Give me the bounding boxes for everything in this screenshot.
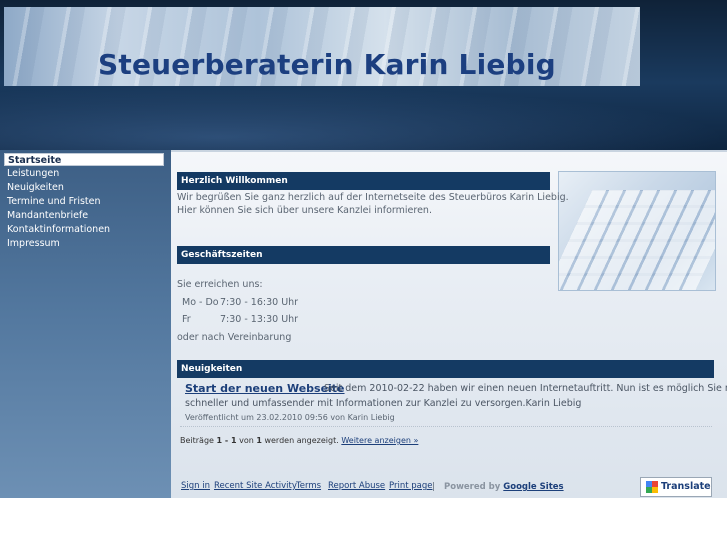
translate-button[interactable]: Translate [640, 477, 712, 497]
news-count-mid: von [239, 436, 254, 445]
footer-terms-link[interactable]: Terms [296, 481, 321, 491]
news-post-text-line1: Seit dem 2010-02-22 haben wir einen neue… [324, 383, 727, 394]
news-count: Beiträge 1 - 1 von 1 werden angezeigt. W… [180, 434, 418, 447]
google-translate-icon [646, 481, 658, 493]
welcome-text-line2: Hier können Sie sich über unsere Kanzlei… [177, 205, 432, 216]
hours-days-1: Mo - Do [182, 297, 219, 308]
news-post-published: Veröffentlicht um 23.02.2010 09:56 von K… [185, 413, 395, 422]
footer-powered-by: Powered by Google Sites [444, 481, 564, 494]
footer-print-page-link[interactable]: Print page [389, 481, 432, 491]
sidebar-item-startseite[interactable]: Startseite [4, 153, 164, 166]
sidebar-item-impressum[interactable]: Impressum [4, 237, 164, 250]
header-glow [0, 86, 727, 150]
hours-days-2: Fr [182, 314, 191, 325]
sidebar-item-leistungen[interactable]: Leistungen [4, 167, 164, 180]
news-post-text-line2: schneller und umfassender mit Informatio… [185, 398, 582, 409]
news-heading: Neuigkeiten [177, 360, 714, 378]
hours-time-2: 7:30 - 13:30 Uhr [220, 314, 299, 325]
welcome-heading: Herzlich Willkommen [177, 172, 550, 190]
site-header: Steuerberaterin Karin Liebig [0, 0, 727, 150]
news-count-prefix: Beiträge [180, 436, 214, 445]
footer-powered-prefix: Powered by [444, 482, 501, 492]
sidebar-item-termine[interactable]: Termine und Fristen [4, 195, 164, 208]
sidebar-item-kontakt[interactable]: Kontaktinformationen [4, 223, 164, 236]
hours-note: oder nach Vereinbarung [177, 332, 292, 343]
news-count-suffix: werden angezeigt. [264, 436, 339, 445]
news-count-total: 1 [256, 436, 262, 445]
footer-recent-activity-link[interactable]: Recent Site Activity [214, 481, 297, 491]
footer-sign-in-link[interactable]: Sign in [181, 481, 210, 491]
news-count-range: 1 - 1 [216, 436, 237, 445]
footer-separator: | [432, 482, 435, 492]
hours-heading: Geschäftszeiten [177, 246, 550, 264]
footer-google-sites-link[interactable]: Google Sites [503, 482, 563, 492]
hours-intro: Sie erreichen uns: [177, 279, 263, 290]
footer-report-abuse-link[interactable]: Report Abuse [328, 481, 385, 491]
sidebar-item-mandantenbriefe[interactable]: Mandantenbriefe [4, 209, 164, 222]
site-title[interactable]: Steuerberaterin Karin Liebig [98, 48, 556, 81]
news-divider [180, 426, 712, 427]
welcome-text-line1: Wir begrüßen Sie ganz herzlich auf der I… [177, 192, 569, 203]
sidebar-nav: Startseite Leistungen Neuigkeiten Termin… [0, 150, 171, 498]
keyboard-keys-graphic [559, 190, 715, 290]
more-news-link[interactable]: Weitere anzeigen » [341, 436, 418, 445]
translate-label: Translate [661, 481, 711, 492]
news-post-title-link[interactable]: Start der neuen Webseite [185, 382, 345, 395]
sidebar-item-neuigkeiten[interactable]: Neuigkeiten [4, 181, 164, 194]
keyboard-image [558, 171, 716, 291]
hours-time-1: 7:30 - 16:30 Uhr [220, 297, 299, 308]
